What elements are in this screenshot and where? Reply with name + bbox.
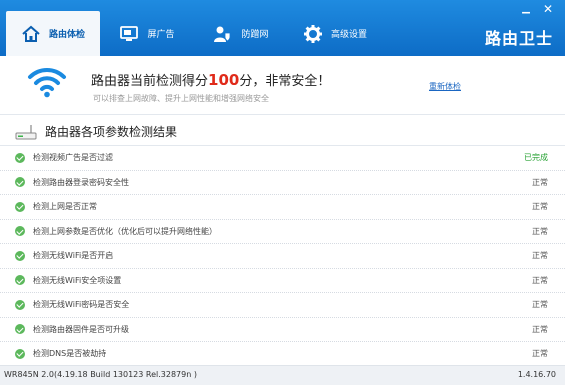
result-label: 检测无线WiFi密码是否安全 (33, 300, 130, 310)
result-label: 检测路由器固件是否可升级 (33, 324, 129, 334)
tab-label: 屏广告 (147, 30, 175, 40)
result-status: 正常 (532, 275, 548, 285)
app-logo-text: 路由卫士 (484, 29, 553, 48)
check-circle-icon (15, 250, 25, 261)
score-suffix: 分，非常安全！ (239, 74, 331, 89)
results-header: 路由器各项参数检测结果 (0, 116, 565, 146)
tab-label: 路由体检 (48, 30, 85, 40)
app-version: 1.4.16.70 (517, 370, 556, 379)
check-circle-icon (15, 348, 25, 359)
result-label: 检测无线WiFi安全项设置 (33, 275, 122, 285)
result-status: 正常 (532, 300, 548, 310)
check-circle-icon (15, 324, 25, 335)
score-value: 100 (208, 71, 240, 89)
status-bar: WR845N 2.0(4.19.18 Build 130123 Rel.3287… (0, 365, 565, 385)
result-row: 检测无线WiFi密码是否安全 正常 (0, 293, 565, 318)
tab-label: 高级设置 (330, 30, 367, 40)
check-circle-icon (15, 152, 25, 163)
gear-icon (303, 24, 322, 43)
tab-anti-leech[interactable]: 防蹭网 (194, 11, 288, 56)
top-navigation-bar: 路由体检 屏广告 防蹭网 高级设置 路由卫士 ▁ ✕ (0, 0, 565, 56)
close-button[interactable]: ✕ (541, 3, 555, 15)
minimize-button[interactable]: ▁ (519, 3, 533, 15)
check-circle-icon (15, 275, 25, 286)
tab-ad-block[interactable]: 屏广告 (100, 11, 194, 56)
result-status: 正常 (532, 324, 548, 334)
result-label: 检测DNS是否被劫持 (33, 349, 107, 359)
user-shield-icon (214, 26, 231, 42)
result-row: 检测上网是否正常 正常 (0, 195, 565, 220)
result-row: 检测路由器固件是否可升级 正常 (0, 317, 565, 342)
tab-label: 防蹭网 (241, 30, 269, 40)
wifi-icon (28, 67, 66, 98)
tab-advanced-settings[interactable]: 高级设置 (288, 11, 382, 56)
result-status: 正常 (532, 177, 548, 187)
tab-router-checkup[interactable]: 路由体检 (6, 11, 100, 56)
result-row: 检测上网参数是否优化（优化后可以提升网络性能） 正常 (0, 219, 565, 244)
result-status: 正常 (532, 226, 548, 236)
result-status: 正常 (532, 202, 548, 212)
check-circle-icon (15, 299, 25, 310)
score-subtitle: 可以排查上网故障、提升上网性能和增强网络安全 (93, 94, 269, 103)
result-label: 检测路由器登录密码安全性 (33, 177, 129, 187)
check-circle-icon (15, 177, 25, 188)
result-status: 正常 (532, 251, 548, 261)
main-tabs: 路由体检 屏广告 防蹭网 高级设置 (6, 11, 382, 56)
result-row: 检测路由器登录密码安全性 正常 (0, 170, 565, 195)
score-panel: 路由器当前检测得分100分，非常安全！ 可以排查上网故障、提升上网性能和增强网络… (0, 56, 565, 115)
score-headline: 路由器当前检测得分100分，非常安全！ (91, 70, 330, 89)
result-row: 检测无线WiFi安全项设置 正常 (0, 268, 565, 293)
result-status: 已完成 (524, 153, 548, 163)
result-label: 检测无线WiFi是否开启 (33, 251, 114, 261)
device-info: WR845N 2.0(4.19.18 Build 130123 Rel.3287… (4, 370, 197, 379)
result-status: 正常 (532, 349, 548, 359)
result-label: 检测视频广告是否过滤 (33, 153, 113, 163)
result-label: 检测上网参数是否优化（优化后可以提升网络性能） (33, 226, 217, 236)
score-prefix: 路由器当前检测得分 (91, 74, 209, 89)
router-icon (15, 125, 37, 140)
results-title: 路由器各项参数检测结果 (45, 125, 178, 139)
check-circle-icon (15, 201, 25, 212)
results-list: 检测视频广告是否过滤 已完成 检测路由器登录密码安全性 正常 检测上网是否正常 正常 检测上… (0, 146, 565, 367)
home-icon (22, 25, 40, 42)
recheck-link[interactable]: 重新体检 (429, 81, 461, 92)
check-circle-icon (15, 226, 25, 237)
monitor-icon (120, 25, 139, 41)
result-row: 检测视频广告是否过滤 已完成 (0, 146, 565, 171)
result-row: 检测无线WiFi是否开启 正常 (0, 244, 565, 269)
result-row: 检测DNS是否被劫持 正常 (0, 342, 565, 367)
result-label: 检测上网是否正常 (33, 202, 97, 212)
